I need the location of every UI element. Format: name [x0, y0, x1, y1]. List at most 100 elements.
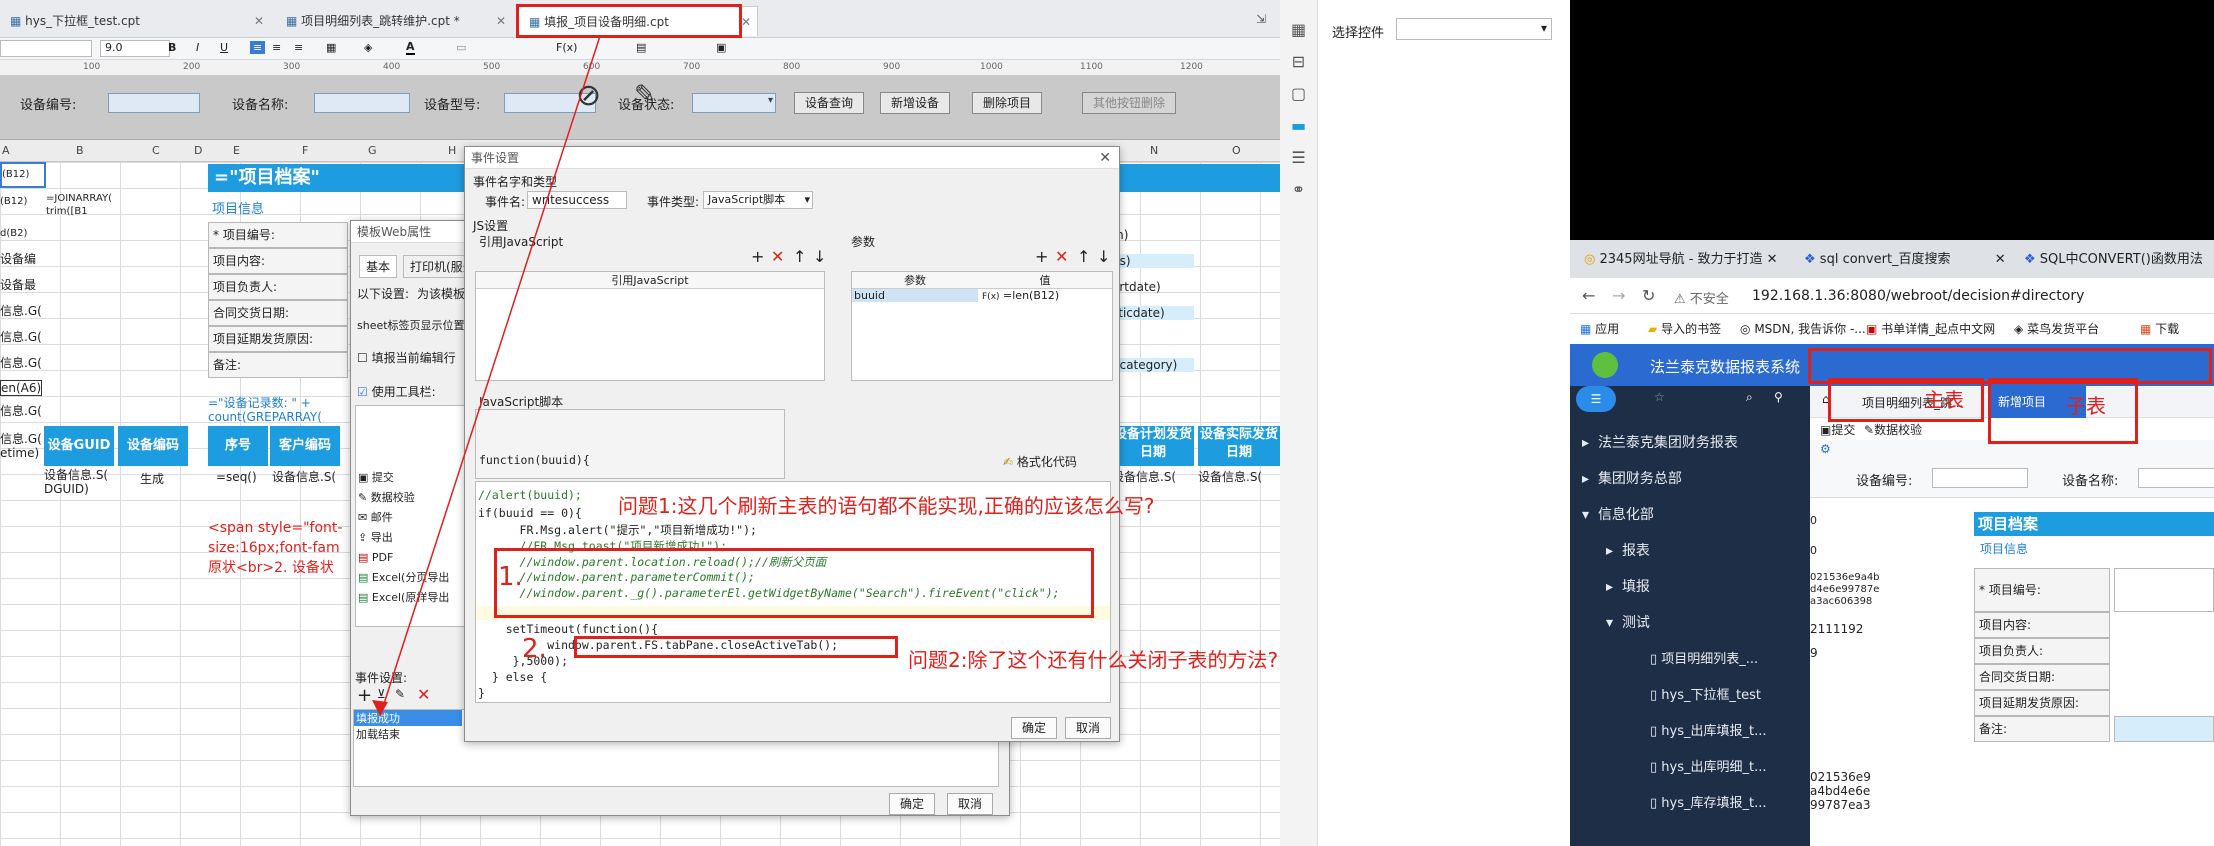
- bookmark[interactable]: ▰ 导入的书签: [1648, 320, 1721, 337]
- event-name-input[interactable]: writesuccess: [527, 191, 627, 209]
- font-color-button[interactable]: A: [406, 40, 415, 55]
- cell-field[interactable]: m): [1112, 228, 1194, 242]
- cell[interactable]: d(B2): [0, 228, 27, 239]
- arrow-up-icon[interactable]: ↑: [793, 247, 806, 266]
- cell[interactable]: (B12): [0, 196, 27, 207]
- device-query-button[interactable]: 设备查询: [794, 92, 865, 114]
- web-cancel-button[interactable]: 取消: [947, 793, 994, 815]
- arrow-down-icon[interactable]: ↓: [1097, 247, 1110, 266]
- formula-icon[interactable]: F(x): [556, 41, 577, 54]
- close-icon[interactable]: ✕: [1995, 252, 2006, 267]
- html-text-cell[interactable]: <span style="font- size:16px;font-fam 原状…: [208, 518, 342, 578]
- validate-button[interactable]: ✎数据校验: [1864, 421, 1922, 438]
- delete-icon[interactable]: ✕: [771, 247, 784, 266]
- cell-field[interactable]: sticdate): [1112, 306, 1194, 320]
- layout-icon[interactable]: ⊟: [1280, 46, 1317, 78]
- param-value-cell[interactable]: F(x) =len(B12): [978, 289, 1112, 302]
- setting-value[interactable]: 为该模板: [417, 285, 465, 302]
- report-input[interactable]: [2114, 568, 2214, 612]
- checkbox-edit-row[interactable]: ☐ 填报当前编辑行: [357, 349, 456, 366]
- col-e[interactable]: E: [233, 144, 240, 157]
- add-icon[interactable]: +: [1035, 247, 1048, 266]
- add-device-button[interactable]: 新增设备: [880, 92, 951, 114]
- add-icon[interactable]: +: [357, 685, 372, 706]
- section-label[interactable]: 项目信息: [212, 198, 264, 217]
- underline-button[interactable]: U: [220, 41, 228, 54]
- col-o[interactable]: O: [1232, 144, 1241, 157]
- col-h[interactable]: H: [448, 144, 456, 157]
- event-type-select[interactable]: JavaScript脚本 ▾: [703, 191, 813, 209]
- delete-icon[interactable]: ✕: [1055, 247, 1068, 266]
- toolbar-item[interactable]: ▣ 提交: [358, 468, 462, 488]
- device-no-input[interactable]: [108, 93, 200, 113]
- close-icon[interactable]: ✕: [741, 7, 751, 36]
- menu-icon[interactable]: ☰: [1576, 386, 1616, 412]
- other-delete-button[interactable]: 其他按钮删除: [1082, 92, 1177, 114]
- bookmark[interactable]: ▣ 书单详情_起点中文网: [1866, 320, 1995, 337]
- header-device-guid[interactable]: 设备GUID: [44, 426, 114, 466]
- align-center-icon[interactable]: ≡: [272, 41, 281, 54]
- arrow-up-icon[interactable]: ↑: [1077, 247, 1090, 266]
- merge-icon[interactable]: ▭: [456, 41, 466, 54]
- tab-hys-dropdown[interactable]: ▦ hys_下拉框_test.cpt ✕: [0, 6, 270, 36]
- menu-item[interactable]: ▸ 填报: [1606, 576, 1650, 596]
- add-icon[interactable]: +: [751, 247, 764, 266]
- toolbar-item[interactable]: ▤ Excel(原样导出: [358, 588, 462, 608]
- cell[interactable]: 设备编: [0, 250, 36, 267]
- col-n[interactable]: N: [1150, 144, 1158, 157]
- cell-customer-code[interactable]: 设备信息.S(: [272, 468, 342, 485]
- menu-item[interactable]: ▯ 项目明细列表_...: [1650, 648, 1758, 667]
- cell[interactable]: 信息.G(: [0, 354, 42, 371]
- security-indicator[interactable]: ⚠ 不安全: [1674, 288, 1729, 307]
- cell[interactable]: 设备最: [0, 276, 36, 293]
- toolbar-item[interactable]: ⇪ 导出: [358, 528, 462, 548]
- col-b[interactable]: B: [76, 144, 84, 157]
- cell[interactable]: 信息.G(: [0, 302, 42, 319]
- toolbar-item[interactable]: ▤ PDF: [358, 548, 462, 568]
- delete-project-button[interactable]: 删除项目: [972, 92, 1043, 114]
- tab-menu-icon[interactable]: ⇲: [1256, 12, 1266, 26]
- header-planned-date[interactable]: 设备计划发货日期: [1112, 426, 1194, 466]
- browser-tab[interactable]: ❖ SQL中CONVERT()函数用法: [2024, 248, 2203, 267]
- search-icon[interactable]: ⌕: [1746, 390, 1753, 405]
- event-cancel-button[interactable]: 取消: [1065, 717, 1112, 739]
- close-icon[interactable]: ✕: [1099, 147, 1111, 169]
- delete-icon[interactable]: ✕: [417, 685, 430, 704]
- event-item-write-success[interactable]: 填报成功: [354, 710, 462, 726]
- browser-tab[interactable]: ◎ 2345网址导航 - 致力于打造 ✕: [1584, 248, 1778, 267]
- submit-button[interactable]: ▣提交: [1820, 421, 1855, 438]
- device-no-input[interactable]: [1932, 468, 2028, 488]
- cell-generate[interactable]: 生成: [140, 470, 164, 487]
- device-name-input[interactable]: [2138, 468, 2214, 488]
- list-icon[interactable]: ☰: [1280, 142, 1317, 174]
- back-icon[interactable]: ←: [1582, 286, 1595, 305]
- forward-icon[interactable]: →: [1612, 286, 1625, 305]
- menu-item[interactable]: ▾ 测试: [1606, 612, 1650, 632]
- close-icon[interactable]: ✕: [496, 6, 506, 36]
- device-name-input[interactable]: [314, 93, 410, 113]
- menu-item[interactable]: ▯ hys_库存填报_t...: [1650, 792, 1767, 811]
- header-actual-date[interactable]: 设备实际发货日期: [1198, 426, 1280, 466]
- arrow-down-icon[interactable]: ↓: [813, 247, 826, 266]
- fill-color-icon[interactable]: ◈: [364, 41, 372, 54]
- select-widget-dropdown[interactable]: ▾: [1396, 18, 1552, 40]
- filter-icon[interactable]: ⊻: [377, 687, 386, 701]
- records-count-cell[interactable]: ="设备记录数: " + count(GREPARRAY(: [208, 396, 322, 424]
- col-f[interactable]: F: [302, 144, 308, 157]
- image-icon[interactable]: ▣: [716, 41, 726, 54]
- cell-actual-date[interactable]: 设备信息.S(: [1198, 468, 1280, 485]
- cell-field[interactable]: ): [1112, 332, 1194, 346]
- toolbar-item[interactable]: ▤ Excel(分页导出: [358, 568, 462, 588]
- tab-project-list[interactable]: ▦ 项目明细列表_跳转维护.cpt * ✕: [276, 6, 512, 36]
- grid-icon[interactable]: ▦: [1280, 14, 1317, 46]
- settings-icon[interactable]: ⚙: [1820, 442, 1831, 456]
- menu-item[interactable]: ▯ hys_出库填报_t...: [1650, 720, 1767, 739]
- star-icon[interactable]: ☆: [1654, 390, 1665, 404]
- header-seq[interactable]: 序号: [208, 426, 268, 466]
- cell-field[interactable]: ortdate): [1112, 280, 1194, 294]
- bookmark[interactable]: ◎ MSDN, 我告诉你 -...: [1740, 320, 1866, 337]
- tab-basic[interactable]: 基本: [359, 255, 398, 278]
- col-c[interactable]: C: [152, 144, 160, 157]
- col-d[interactable]: D: [194, 144, 202, 157]
- report-input[interactable]: [2114, 716, 2214, 742]
